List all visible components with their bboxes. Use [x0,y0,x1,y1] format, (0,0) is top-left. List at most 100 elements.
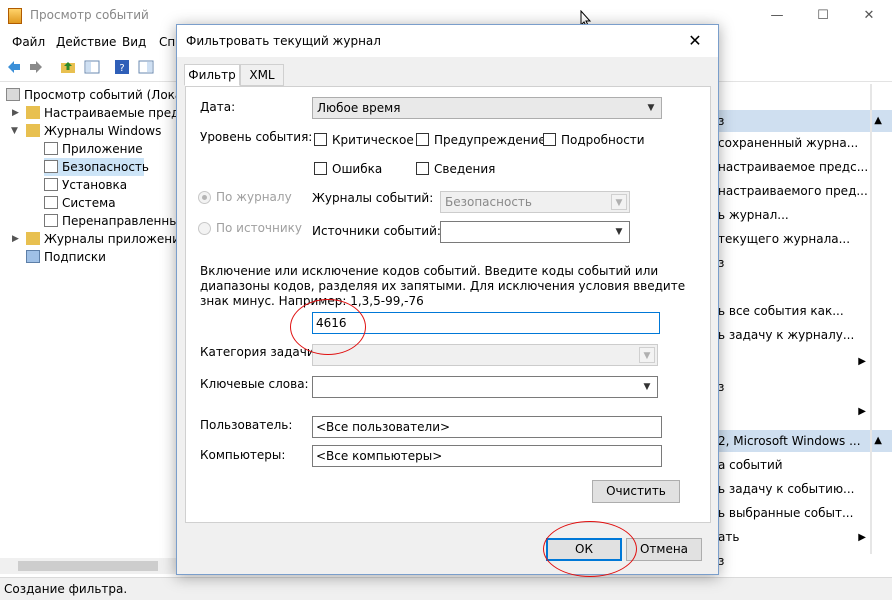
status-bar: Создание фильтра. [0,577,892,600]
dialog-close-button[interactable]: ✕ [678,27,712,55]
submenu-arrow-icon[interactable]: ▶ [858,356,866,367]
window-title: Просмотр событий [30,8,149,22]
task-category-label: Категория задачи: [200,345,319,359]
user-input[interactable]: <Все пользователи> [312,416,662,438]
tree-item-app-logs[interactable]: Журналы приложений [26,230,188,248]
close-button[interactable]: ✕ [846,0,892,32]
menu-action[interactable]: Действие [56,35,116,49]
ok-button[interactable]: ОК [546,538,622,561]
checkbox-warning[interactable] [416,133,429,146]
svg-text:?: ? [119,63,124,74]
action-item[interactable]: настраиваемое предс... [718,156,892,178]
show-hide-tree-icon[interactable] [84,59,100,75]
tree-item-setup[interactable]: Установка [44,176,127,194]
checkbox-verbose[interactable] [543,133,556,146]
tree-item-system[interactable]: Система [44,194,116,212]
action-item[interactable]: сохраненный журна... [718,132,892,154]
log-icon [44,214,58,227]
show-hide-action-icon[interactable] [138,59,154,75]
expand-icon[interactable]: ▶ [12,108,19,118]
tree-item-forwarded[interactable]: Перенаправленные [44,212,186,230]
chevron-down-icon: ▼ [615,227,623,237]
task-category-select[interactable]: ▼ [312,344,658,366]
event-viewer-icon [6,88,20,101]
action-item[interactable]: з [718,376,892,398]
collapse-icon[interactable]: ▼ [11,126,18,136]
log-icon [44,142,58,155]
computer-input[interactable]: <Все компьютеры> [312,445,662,467]
action-item[interactable]: з [718,550,892,572]
action-item[interactable]: а событий [718,454,892,476]
menu-view[interactable]: Вид [122,35,146,49]
folder-icon [26,124,40,137]
action-item[interactable]: ь журнал... [718,204,892,226]
by-log-label: По журналу [216,190,292,204]
event-sources-label: Источники событий: [312,224,441,238]
console-tree: Просмотр событий (Локал ▶ Настраиваемые … [0,84,200,554]
clear-button[interactable]: Очистить [592,480,680,503]
event-id-description: Включение или исключение кодов событий. … [200,264,686,308]
action-item[interactable]: ь задачу к событию... [718,478,892,500]
tree-item-root[interactable]: Просмотр событий (Локал [6,86,190,104]
folder-up-icon[interactable] [60,59,76,75]
collapse-up-icon[interactable]: ▲ [874,110,882,132]
expand-icon[interactable]: ▶ [12,234,19,244]
tree-item-subscriptions[interactable]: Подписки [26,248,106,266]
chevron-down-icon: ▼ [643,382,651,392]
action-item[interactable]: ь выбранные событ... [718,502,892,524]
maximize-button[interactable]: ☐ [800,0,846,32]
collapse-up-icon[interactable]: ▲ [874,430,882,452]
forward-icon[interactable] [28,59,44,75]
minimize-button[interactable]: — [754,0,800,32]
pane-splitter[interactable] [870,84,872,554]
folder-icon [26,106,40,119]
action-item[interactable]: ь все события как... [718,300,892,322]
checkbox-info[interactable] [416,162,429,175]
action-item[interactable]: з [718,252,892,274]
checkbox-critical[interactable] [314,133,327,146]
tree-item-custom-views[interactable]: Настраиваемые предста [26,104,200,122]
status-text: Создание фильтра. [4,582,128,596]
dialog-titlebar: Фильтровать текущий журнал ✕ [177,25,718,57]
action-item[interactable]: текущего журнала... [718,228,892,250]
actions-header-event[interactable]: 2, Microsoft Windows ... ▲ [718,430,892,452]
event-logs-select[interactable]: Безопасность ▼ [440,191,630,213]
menu-file[interactable]: Файл [12,35,45,49]
tab-filter[interactable]: Фильтр [184,64,240,86]
date-select[interactable]: Любое время ▼ [312,97,662,119]
chevron-down-icon: ▼ [647,103,655,113]
back-icon[interactable] [6,59,22,75]
tree-horizontal-scrollbar[interactable] [0,558,180,574]
submenu-arrow-icon[interactable]: ▶ [858,532,866,543]
filter-panel: Дата: Любое время ▼ Уровень события: Кри… [185,86,711,523]
keywords-select[interactable]: ▼ [312,376,658,398]
tree-item-security[interactable]: Безопасность [44,158,149,176]
cancel-button[interactable]: Отмена [626,538,702,561]
radio-by-log[interactable] [198,191,211,204]
by-source-label: По источнику [216,221,302,235]
submenu-arrow-icon[interactable]: ▶ [858,406,866,417]
scrollbar-thumb[interactable] [18,561,158,571]
event-sources-select[interactable]: ▼ [440,221,630,243]
action-item[interactable]: настраиваемого пред... [718,180,892,202]
folder-icon [26,232,40,245]
tree-item-application[interactable]: Приложение [44,140,143,158]
filter-dialog: Фильтровать текущий журнал ✕ Фильтр XML … [176,24,719,575]
help-icon[interactable]: ? [114,59,130,75]
chevron-down-icon: ▼ [639,347,655,363]
checkbox-error[interactable] [314,162,327,175]
tree-item-windows-logs[interactable]: Журналы Windows [26,122,161,140]
log-icon [44,196,58,209]
tab-xml[interactable]: XML [240,64,284,86]
warning-label: Предупреждение [434,133,546,147]
date-label: Дата: [200,100,236,114]
event-id-input[interactable]: 4616 [312,312,660,334]
event-level-label: Уровень события: [200,130,313,144]
radio-by-source[interactable] [198,222,211,235]
log-icon [44,178,58,191]
event-viewer-icon [8,8,22,24]
action-item[interactable]: ь задачу к журналу... [718,324,892,346]
actions-header-log[interactable]: з ▲ [718,110,892,132]
subscription-icon [26,250,40,263]
user-label: Пользователь: [200,418,293,432]
